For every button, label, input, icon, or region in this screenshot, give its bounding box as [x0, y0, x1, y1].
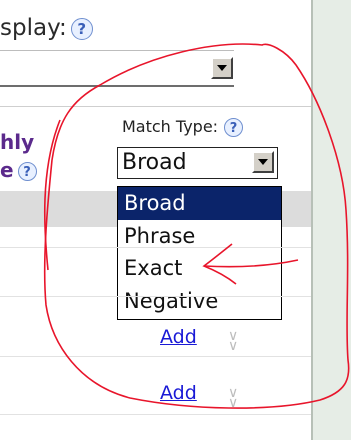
match-type-label-text: Match Type: [122, 117, 219, 136]
add-link[interactable]: Add [160, 326, 197, 348]
match-type-label: Match Type:? [122, 117, 244, 137]
match-type-selected: Broad [122, 150, 187, 175]
option-exact[interactable]: Exact [118, 252, 281, 285]
row-divider [0, 414, 311, 415]
row-divider [0, 356, 311, 357]
chevron-down-icon[interactable] [252, 151, 274, 173]
option-broad[interactable]: Broad [118, 187, 281, 220]
help-icon[interactable]: ? [17, 162, 37, 181]
column-heading-line1: hly [0, 130, 35, 154]
chevron-down-icon[interactable] [211, 57, 233, 79]
right-panel [313, 0, 351, 440]
chevron-down-icon[interactable]: ∨ ∨ [228, 386, 238, 410]
display-label-text: splay: [0, 15, 67, 41]
display-label: splay:? [0, 14, 93, 42]
chevron-down-icon[interactable]: ∨ ∨ [228, 329, 238, 353]
panel-divider [311, 0, 313, 440]
match-type-dropdown: Broad Phrase Exact Negative [117, 186, 282, 320]
help-icon[interactable]: ? [70, 17, 93, 40]
display-select[interactable] [0, 50, 234, 87]
add-link[interactable]: Add [160, 382, 197, 404]
option-negative[interactable]: Negative [118, 285, 281, 318]
help-icon[interactable]: ? [224, 118, 244, 137]
row-divider [0, 247, 311, 248]
match-type-select[interactable]: Broad [117, 147, 278, 179]
column-heading-line2: e [0, 158, 14, 182]
row-divider [0, 296, 311, 297]
column-heading[interactable]: hly e? [0, 128, 37, 184]
divider [0, 106, 311, 107]
